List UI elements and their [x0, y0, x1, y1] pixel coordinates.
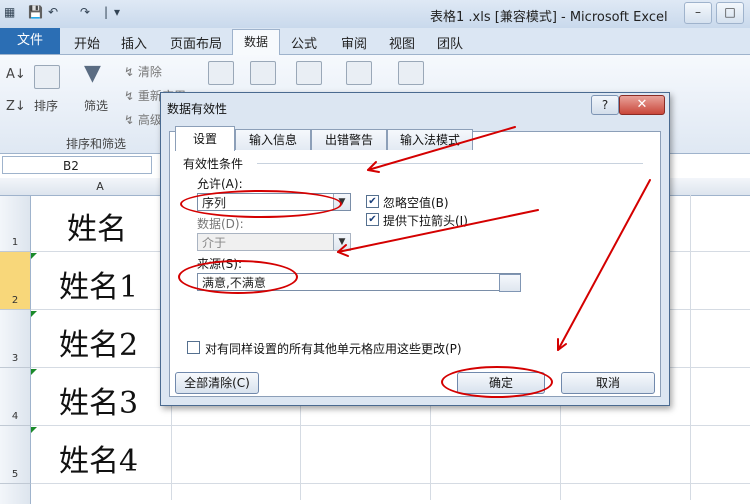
- tab-formulas[interactable]: 公式: [291, 33, 317, 52]
- gridline: [171, 483, 750, 484]
- error-indicator-icon: [31, 427, 37, 433]
- tab-error-alert[interactable]: 出错警告: [311, 129, 387, 150]
- consolidate-icon[interactable]: [346, 61, 372, 85]
- cell-text: 姓名2: [59, 328, 139, 363]
- window-title: 表格1 .xls [兼容模式] - Microsoft Excel: [430, 10, 668, 25]
- clear-label: 清除: [137, 65, 162, 79]
- tab-page-layout[interactable]: 页面布局: [170, 33, 222, 52]
- data-validation-icon[interactable]: [296, 61, 322, 85]
- data-value: 介于: [202, 236, 227, 250]
- tab-insert[interactable]: 插入: [121, 33, 147, 52]
- error-indicator-icon: [31, 253, 37, 259]
- save-icon[interactable]: 💾: [28, 5, 43, 19]
- redo-icon[interactable]: ↷: [80, 5, 90, 19]
- dropdown-arrow-checkbox[interactable]: ✔: [366, 213, 379, 226]
- tab-team[interactable]: 团队: [437, 33, 463, 52]
- clear-filter-button[interactable]: ↯ 清除: [124, 63, 162, 80]
- name-box[interactable]: B2: [2, 156, 152, 174]
- data-select: 介于 ▼: [197, 233, 351, 251]
- annotation-ellipse: [178, 260, 298, 294]
- filter-icon[interactable]: ▼: [84, 61, 101, 86]
- cell-a3[interactable]: 姓名2: [31, 310, 172, 368]
- annotation-ellipse: [180, 190, 342, 218]
- row-header-4[interactable]: 4: [0, 368, 31, 426]
- allow-label: 允许(A):: [197, 177, 243, 191]
- row-header-1[interactable]: 1: [0, 196, 31, 252]
- ribbon-tabs: 文件 开始 插入 页面布局 数据 公式 审阅 视图 团队: [0, 28, 750, 55]
- excel-icon: ▦: [4, 5, 16, 19]
- close-button[interactable]: ✕: [619, 95, 665, 115]
- row-number: 5: [11, 469, 19, 480]
- title-bar: ▦ 💾 ↶ ↷ | ▾ 表格1 .xls [兼容模式] - Microsoft …: [0, 0, 750, 28]
- sort-asc-icon[interactable]: A↓: [6, 67, 26, 82]
- annotation-ellipse: [441, 366, 553, 398]
- tab-settings[interactable]: 设置: [175, 126, 235, 151]
- text-to-columns-icon[interactable]: [208, 61, 234, 85]
- row-number: 3: [11, 353, 19, 364]
- tab-data[interactable]: 数据: [232, 29, 280, 55]
- row-header-5[interactable]: 5: [0, 426, 31, 484]
- tab-ime-mode[interactable]: 输入法模式: [387, 129, 473, 150]
- tab-input-message[interactable]: 输入信息: [235, 129, 311, 150]
- ignore-blank-label: 忽略空值(B): [383, 196, 449, 210]
- chevron-down-icon: ▼: [333, 234, 350, 250]
- row-header-6[interactable]: [0, 484, 31, 504]
- row-number: 2: [11, 295, 19, 306]
- row-number: 4: [11, 411, 19, 422]
- sort-filter-group-label: 排序和筛选: [66, 137, 127, 151]
- apply-all-label: 对有同样设置的所有其他单元格应用这些更改(P): [205, 342, 462, 356]
- tab-review[interactable]: 审阅: [341, 33, 367, 52]
- dialog-title: 数据有效性: [167, 102, 228, 116]
- range-select-icon[interactable]: [499, 274, 521, 292]
- tab-file[interactable]: 文件: [0, 28, 60, 54]
- apply-all-checkbox[interactable]: [187, 341, 200, 354]
- undo-icon[interactable]: ↶: [48, 5, 58, 19]
- sort-icon[interactable]: [34, 65, 60, 89]
- gridline: [690, 195, 691, 500]
- cell-a2[interactable]: 姓名1: [31, 252, 172, 310]
- separator: |: [104, 5, 109, 19]
- advanced-label: 高级: [137, 113, 162, 127]
- row-number: 1: [11, 237, 19, 248]
- advanced-button[interactable]: ↯ 高级: [124, 111, 162, 128]
- cell-a5[interactable]: 姓名4: [31, 426, 172, 484]
- cell-text: 姓名1: [59, 270, 139, 305]
- filter-button[interactable]: 筛选: [84, 97, 108, 114]
- tab-view[interactable]: 视图: [389, 33, 415, 52]
- error-indicator-icon: [31, 311, 37, 317]
- row-header-3[interactable]: 3: [0, 310, 31, 368]
- help-button[interactable]: ?: [591, 95, 619, 115]
- cell-a4[interactable]: 姓名3: [31, 368, 172, 426]
- tab-home[interactable]: 开始: [74, 33, 100, 52]
- data-validation-dialog: 数据有效性 ? ✕ 设置 输入信息 出错警告 输入法模式 有效性条件 允许(A)…: [160, 92, 670, 406]
- section-divider: [257, 163, 643, 164]
- cell-a1[interactable]: 姓名: [31, 196, 172, 252]
- cancel-button[interactable]: 取消: [561, 372, 655, 394]
- cell-text: 姓名4: [59, 444, 139, 479]
- maximize-button[interactable]: □: [716, 2, 744, 24]
- row-header-2[interactable]: 2: [0, 252, 31, 310]
- sort-desc-icon[interactable]: Z↓: [6, 99, 26, 114]
- clear-all-button[interactable]: 全部清除(C): [175, 372, 259, 394]
- error-indicator-icon: [31, 369, 37, 375]
- cell-text: 姓名: [67, 212, 127, 247]
- sort-button[interactable]: 排序: [34, 97, 58, 114]
- dropdown-arrow-label: 提供下拉箭头(I): [383, 214, 468, 228]
- minimize-button[interactable]: –: [684, 2, 712, 24]
- cell-text: 姓名3: [59, 386, 139, 421]
- what-if-icon[interactable]: [398, 61, 424, 85]
- gridline: [171, 425, 750, 426]
- column-header-a[interactable]: A: [30, 178, 171, 195]
- customize-icon[interactable]: ▾: [114, 5, 120, 19]
- remove-duplicates-icon[interactable]: [250, 61, 276, 85]
- data-label: 数据(D):: [197, 217, 244, 231]
- section-title: 有效性条件: [183, 157, 244, 171]
- ignore-blank-checkbox[interactable]: ✔: [366, 195, 379, 208]
